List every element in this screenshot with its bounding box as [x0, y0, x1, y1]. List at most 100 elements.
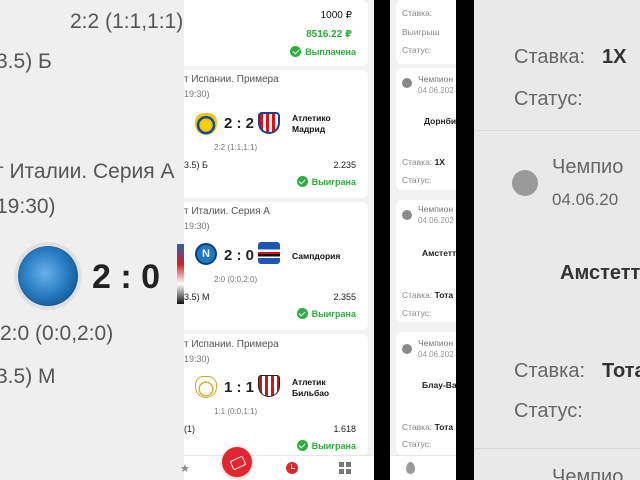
bottom-navigation-2	[390, 455, 456, 480]
bg-status-label-2: Статус:	[514, 400, 583, 422]
check-circle-icon	[296, 440, 308, 451]
football-icon	[402, 78, 412, 88]
match-status-label: Выиграна	[311, 440, 356, 451]
match-time: 19:30)	[184, 221, 210, 231]
details-item-1[interactable]: Чемпион 04.06.202 Дорнбир Ставка: 1Х Ста…	[396, 68, 456, 190]
bet-type: 3.5) Б	[184, 160, 208, 170]
status-label: Статус:	[402, 439, 432, 449]
bet-history-screen[interactable]: 1000 ₽ 8516.22 ₽ Выплачена т Испании. Пр…	[184, 0, 374, 480]
bet-type: 3.5) М	[184, 292, 210, 302]
stake-value: Тота	[434, 422, 454, 432]
tournament-name: Чемпион	[418, 74, 454, 84]
bg-time: 19:30)	[0, 195, 56, 218]
status-label: Статус:	[402, 45, 432, 55]
win-amount: 8516.22 ₽	[306, 29, 352, 40]
details-item-3[interactable]: Чемпион 04.06.202 Блау-Ва Ставка: Тота С…	[396, 332, 456, 455]
coupon-ticket-button[interactable]	[222, 447, 252, 477]
coupon-status: Выплачена	[290, 46, 356, 57]
stake-label: Ставка:	[402, 157, 433, 167]
bg-league: т Италии. Серия А	[0, 160, 175, 183]
bg-divider-2	[474, 448, 640, 449]
check-circle-icon	[296, 176, 308, 187]
away-team-name: Атлетико Мадрид	[292, 113, 331, 134]
stake-label: Ставка:	[402, 290, 433, 300]
bet-odd: 2.235	[333, 160, 356, 170]
bet-odd: 2.355	[333, 292, 356, 302]
football-icon	[402, 210, 412, 220]
away-team-name: Сампдория	[292, 251, 341, 261]
match-score: 1 : 1	[224, 379, 255, 396]
stake-label: Ставка:	[402, 422, 433, 432]
stake-amount: 1000 ₽	[320, 10, 352, 21]
away-team-name: Атлетик Бильбао	[292, 377, 330, 398]
check-circle-icon	[296, 308, 308, 319]
match-status: Выиграна	[296, 176, 356, 187]
bottom-navigation: ★	[180, 447, 374, 480]
team-name: Блау-Ва	[422, 380, 456, 390]
match-card-2[interactable]: т Италии. Серия А 19:30) 2 : 0 Сампдория…	[184, 202, 368, 330]
match-status: Выиграна	[296, 308, 356, 319]
star-icon[interactable]: ★	[180, 462, 192, 475]
match-league: т Испании. Примера	[184, 339, 279, 350]
match-score: 2 : 0	[224, 247, 255, 264]
match-league: т Испании. Примера	[184, 74, 279, 85]
status-label: Статус:	[402, 175, 432, 185]
match-time: 19:30)	[184, 89, 210, 99]
match-sub-score: 2:2 (1:1,1:1)	[214, 143, 258, 152]
win-label: Выигрыш	[402, 27, 440, 37]
bg-stake-value: 1Х	[602, 46, 627, 68]
match-date: 04.06.202	[418, 350, 454, 359]
bg-bet-1: 3.5) Б	[0, 50, 52, 73]
bg-subscore-1: 2:2 (1:1,1:1)	[70, 10, 184, 33]
team-name: Амстетт	[422, 248, 456, 258]
stake-line: Ставка: Тота	[402, 422, 453, 432]
stake-value: Тота	[434, 290, 454, 300]
stake-line: Ставка: Тота	[402, 290, 453, 300]
stake-value: 1Х	[434, 157, 445, 167]
match-card-3[interactable]: т Испании. Примера 19:30) 1 : 1 Атлетик …	[184, 334, 368, 455]
match-card-1[interactable]: т Испании. Примера 19:30) 2 : 2 Атлетико…	[184, 70, 368, 198]
bg-date: 04.06.20	[552, 190, 619, 209]
napoli-logo-icon	[195, 243, 217, 265]
match-sub-score: 2:0 (0:0,2:0)	[214, 275, 258, 284]
sampdoria-logo-icon	[258, 242, 280, 264]
details-item-2[interactable]: Чемпион 04.06.202 Амстетт Ставка: Тота С…	[396, 200, 456, 322]
background-right-blurred: Ставка: 1Х Статус: Чемпио 04.06.20 Амсте…	[474, 0, 640, 480]
football-icon	[402, 344, 412, 354]
real-madrid-logo-icon	[195, 376, 217, 398]
bg-napoli-logo-icon	[18, 246, 78, 306]
match-status-label: Выиграна	[311, 308, 356, 319]
villarreal-logo-icon	[195, 113, 217, 135]
bet-type: (1)	[184, 424, 195, 434]
bg-score: 2 : 0	[92, 258, 161, 296]
match-status: Выиграна	[296, 440, 356, 451]
athletic-bilbao-logo-icon	[258, 375, 280, 397]
tournament-name: Чемпион	[418, 338, 454, 348]
bet-details-screen[interactable]: Ставка: Выигрыш Статус: Чемпион 04.06.20…	[390, 0, 456, 480]
match-date: 04.06.202	[418, 216, 454, 225]
coupon-status-label: Выплачена	[305, 46, 356, 57]
match-status-label: Выиграна	[311, 176, 356, 187]
screen: 2:2 (1:1,1:1) 3.5) Б т Италии. Серия А 1…	[0, 0, 640, 480]
bg-team: Амстетт	[560, 262, 640, 284]
match-date: 04.06.202	[418, 86, 454, 95]
bg-tournament: Чемпио	[552, 156, 624, 178]
history-clock-icon[interactable]	[286, 462, 298, 474]
match-score: 2 : 2	[224, 115, 255, 132]
match-sub-score: 1:1 (0:0,1:1)	[214, 407, 258, 416]
bet-odd: 1.618	[333, 424, 356, 434]
tournament-name: Чемпион	[418, 204, 454, 214]
menu-grid-icon[interactable]	[339, 462, 351, 474]
match-league: т Италии. Серия А	[184, 206, 270, 217]
stake-line: Ставка: 1Х	[402, 157, 445, 167]
bg-bet-2: 3.5) М	[0, 365, 56, 388]
bg-sampdoria-logo-icon	[177, 244, 184, 304]
fire-icon[interactable]	[406, 462, 415, 474]
bg-stake-label: Ставка:	[514, 46, 585, 68]
atletico-madrid-logo-icon	[258, 112, 280, 134]
match-time: 19:30)	[184, 354, 210, 364]
bg-tournament-2: Чемпио	[552, 466, 624, 480]
details-summary-card: Ставка: Выигрыш Статус:	[396, 0, 456, 64]
stake-label: Ставка:	[402, 8, 433, 18]
status-label: Статус:	[402, 308, 432, 318]
